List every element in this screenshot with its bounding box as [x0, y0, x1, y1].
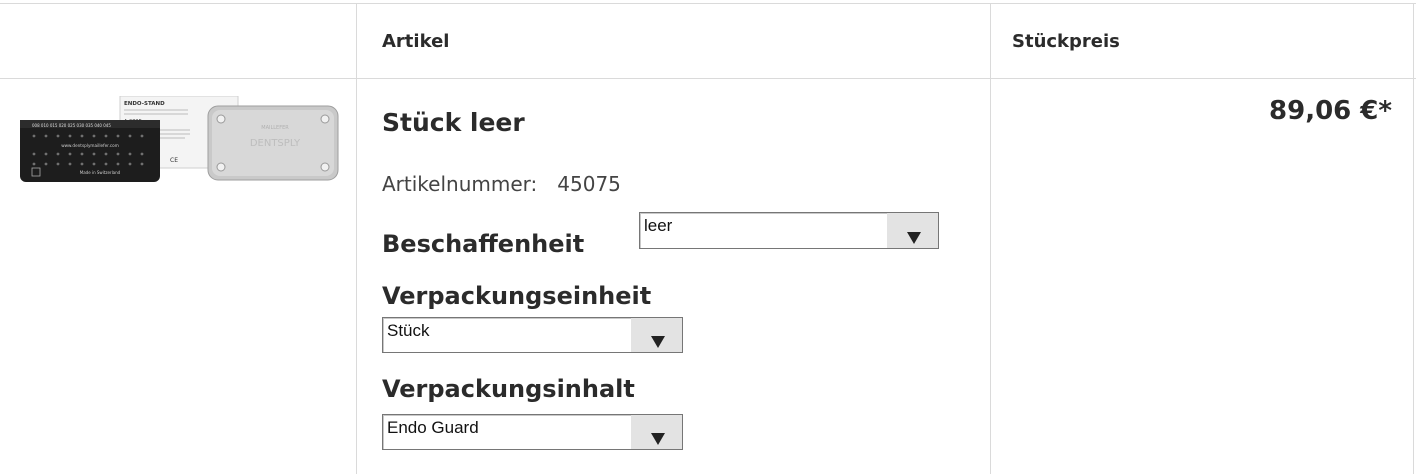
stand-numbers: 008 010 015 020 025 030 035 040 045	[32, 123, 111, 128]
option-label-beschaffenheit: Beschaffenheit	[382, 230, 585, 258]
table-top-border	[0, 3, 1416, 4]
column-divider-1	[356, 3, 357, 474]
header-divider	[0, 78, 1416, 79]
header-article: Artikel	[382, 31, 450, 52]
chevron-down-icon	[907, 232, 921, 244]
unit-price: 89,06 €*	[1269, 96, 1392, 126]
article-number-value: 45075	[557, 172, 621, 196]
select-value: Endo Guard	[387, 418, 479, 437]
chevron-down-icon	[651, 433, 665, 445]
select-value: leer	[644, 216, 673, 235]
chevron-down-icon	[651, 336, 665, 348]
article-number: Artikelnummer: 45075	[382, 172, 621, 196]
column-divider-2	[990, 3, 991, 474]
dropdown-button[interactable]	[631, 318, 682, 352]
stand-url: www.dentsplymaillefer.com	[61, 143, 119, 148]
select-value: Stück	[387, 321, 430, 340]
product-image[interactable]: ENDO-STAND A 283P MAILLEFER DENTSPLY 008…	[20, 96, 340, 188]
verpackungsinhalt-select[interactable]: Endo Guard	[382, 414, 683, 450]
beschaffenheit-select[interactable]: leer	[639, 212, 939, 249]
dropdown-button[interactable]	[887, 213, 938, 248]
product-table: Artikel Stückpreis ENDO-STAND A 283P MAI…	[0, 0, 1416, 474]
option-label-verpackungsinhalt: Verpackungsinhalt	[382, 375, 635, 403]
verpackungseinheit-select[interactable]: Stück	[382, 317, 683, 353]
ce-mark: CE	[170, 157, 178, 164]
dropdown-button[interactable]	[631, 415, 682, 449]
lid-text: MAILLEFER	[261, 125, 289, 131]
box-label: ENDO-STAND	[124, 101, 165, 107]
header-unit-price: Stückpreis	[1012, 31, 1120, 52]
option-label-verpackungseinheit: Verpackungseinheit	[382, 282, 652, 310]
product-title[interactable]: Stück leer	[382, 108, 525, 137]
stand-origin: Made in Switzerland	[80, 170, 121, 175]
article-number-label: Artikelnummer:	[382, 172, 538, 196]
table-right-border	[1413, 3, 1414, 474]
lid-brand: DENTSPLY	[250, 138, 301, 149]
